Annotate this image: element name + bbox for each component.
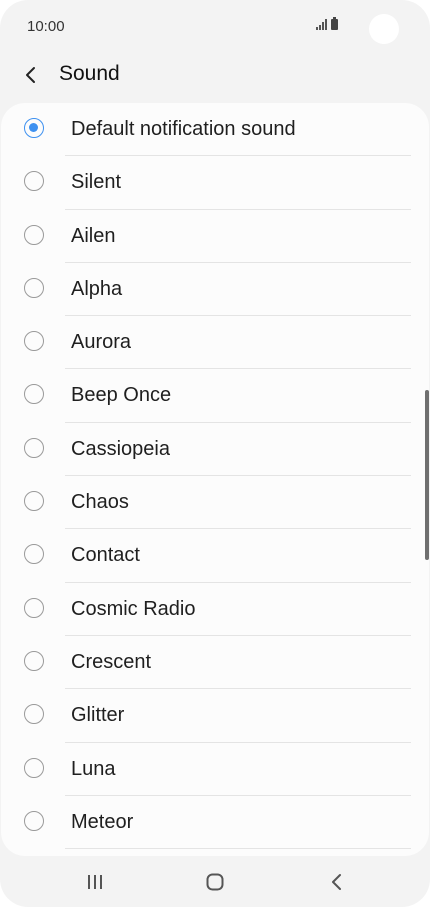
sound-option-label: Luna bbox=[71, 757, 116, 780]
radio-button[interactable] bbox=[24, 491, 44, 512]
sound-option[interactable]: Luna bbox=[1, 743, 429, 796]
sound-option-label: Cosmic Radio bbox=[71, 597, 196, 620]
scrollbar[interactable] bbox=[425, 390, 429, 560]
radio-button[interactable] bbox=[24, 331, 44, 352]
sound-option[interactable]: Crescent bbox=[1, 636, 429, 690]
sound-option-label: Cassiopeia bbox=[71, 437, 170, 460]
radio-button[interactable] bbox=[24, 277, 44, 298]
sound-option-label: Aurora bbox=[71, 331, 132, 354]
radio-button[interactable] bbox=[24, 757, 44, 778]
sound-option[interactable]: Beep Once bbox=[1, 369, 429, 423]
sound-option[interactable]: Cassiopeia bbox=[1, 423, 429, 477]
sound-option-label: Glitter bbox=[71, 704, 125, 727]
home-button[interactable] bbox=[197, 868, 233, 896]
radio-button[interactable] bbox=[24, 810, 44, 831]
status-bar: 10:00 bbox=[0, 0, 430, 54]
divider bbox=[65, 848, 411, 850]
navigation-bar bbox=[0, 856, 430, 907]
radio-button[interactable] bbox=[24, 437, 44, 458]
sound-option[interactable]: Silent bbox=[1, 156, 429, 210]
sound-option-label: Meteor bbox=[71, 810, 134, 833]
sound-list: Default notification sound Silent Ailen Alp… bbox=[1, 103, 429, 856]
sound-option-label: Alpha bbox=[71, 277, 123, 300]
radio-button[interactable] bbox=[24, 597, 44, 618]
nav-back-button[interactable] bbox=[318, 868, 354, 896]
home-icon bbox=[206, 873, 224, 891]
recents-button[interactable] bbox=[77, 868, 113, 896]
sound-option[interactable]: Aurora bbox=[1, 316, 429, 370]
sound-option-label: Crescent bbox=[71, 650, 152, 673]
radio-button[interactable] bbox=[24, 118, 44, 138]
sound-option[interactable]: Cosmic Radio bbox=[1, 583, 429, 636]
sound-option[interactable]: Default notification sound bbox=[1, 103, 429, 157]
battery-icon bbox=[331, 17, 338, 30]
sound-option[interactable]: Glitter bbox=[1, 689, 429, 743]
app-bar: Sound bbox=[0, 54, 430, 98]
sound-option[interactable]: Ailen bbox=[1, 210, 429, 263]
back-icon bbox=[332, 874, 341, 890]
camera-cutout bbox=[369, 14, 399, 44]
phone-screen: 10:00 Sound Default notification sound Si… bbox=[0, 0, 430, 907]
sound-option-label: Default notification sound bbox=[71, 118, 296, 140]
status-time: 10:00 bbox=[27, 18, 65, 35]
sound-option[interactable]: Alpha bbox=[1, 263, 429, 317]
sound-option-label: Contact bbox=[71, 544, 140, 567]
radio-button[interactable] bbox=[24, 224, 44, 245]
sound-option-label: Silent bbox=[71, 171, 122, 194]
signal-icon bbox=[316, 18, 327, 30]
sound-option[interactable]: Contact bbox=[1, 529, 429, 583]
sound-option-label: Beep Once bbox=[71, 384, 172, 407]
recents-icon bbox=[88, 875, 102, 889]
status-icons bbox=[316, 17, 338, 30]
sound-option[interactable]: Meteor bbox=[1, 796, 429, 850]
radio-button[interactable] bbox=[24, 384, 44, 405]
radio-button[interactable] bbox=[24, 650, 44, 671]
chevron-left-icon bbox=[26, 67, 35, 83]
sound-option-label: Chaos bbox=[71, 491, 129, 514]
page-title: Sound bbox=[59, 62, 120, 85]
radio-button[interactable] bbox=[24, 171, 44, 192]
radio-button[interactable] bbox=[24, 704, 44, 725]
back-button[interactable] bbox=[16, 60, 46, 90]
radio-button[interactable] bbox=[24, 544, 44, 565]
sound-option-label: Ailen bbox=[71, 224, 116, 247]
sound-option[interactable]: Chaos bbox=[1, 476, 429, 530]
